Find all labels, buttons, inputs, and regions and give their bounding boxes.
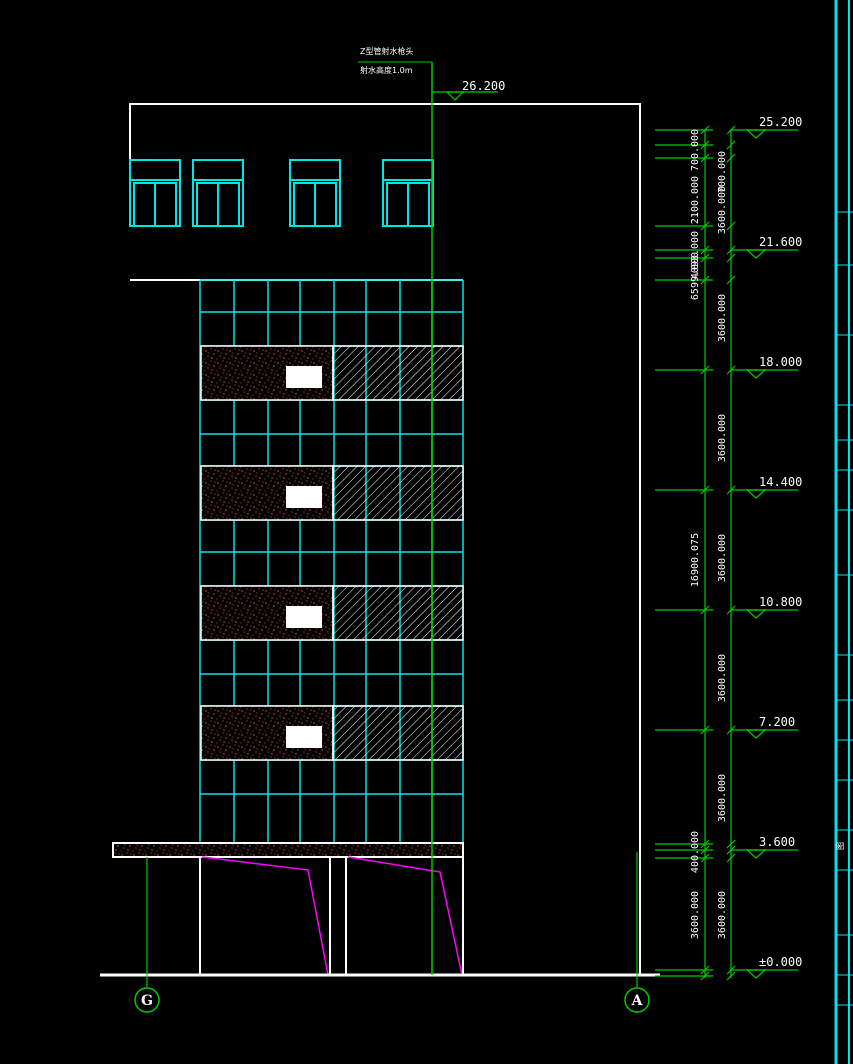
- elevation-drawing: Z型管射水枪头 射水高度1.0m G A 26.200 25.200 21.600…: [100, 0, 853, 1064]
- spandrel-panel: [200, 705, 464, 761]
- dimension-storey-6: 3600.000: [717, 294, 728, 342]
- svg-text:图: 图: [836, 842, 845, 850]
- level-label: 14.400: [759, 475, 802, 489]
- dimension-upper-3600: 3600.000: [717, 186, 728, 234]
- dimension-ground-outer: 3600.000: [690, 891, 701, 939]
- canopy-door-right: [347, 856, 463, 976]
- window: [289, 159, 341, 227]
- level-floor-7: 21.600: [731, 235, 802, 259]
- level-floor-6: 18.000: [731, 355, 802, 379]
- curtain-wall: [130, 279, 464, 844]
- axis-a-label: A: [631, 993, 644, 1009]
- dimension-storey-3: 3600.000: [717, 654, 728, 702]
- level-floor-2: 3.600: [731, 835, 798, 859]
- level-floor-4: 10.800: [731, 595, 802, 619]
- upper-windows: [129, 159, 434, 227]
- level-label: 25.200: [759, 115, 802, 129]
- level-roof: 25.200: [731, 115, 802, 139]
- level-top-of-parapet: 26.200: [432, 79, 505, 101]
- axis-g-label: G: [141, 993, 153, 1009]
- window: [382, 159, 434, 227]
- level-label: 18.000: [759, 355, 802, 369]
- dimension-small-6599: 6599.000: [690, 252, 701, 300]
- level-floor-3: 7.200: [731, 715, 798, 739]
- dimension-storey-5: 3600.000: [717, 414, 728, 462]
- spandrel-panel: [200, 465, 464, 521]
- level-label: ±0.000: [759, 955, 802, 969]
- level-floor-5: 14.400: [731, 475, 802, 499]
- dimension-canopy-400: 400.000: [690, 831, 701, 873]
- dimension-upper-2100: 2100.000: [690, 176, 701, 224]
- dimension-top-a: 700.000: [690, 129, 701, 171]
- spandrel-panel: [200, 345, 464, 401]
- riser-note-line2: 射水高度1.0m: [360, 65, 413, 75]
- level-label: 26.200: [462, 79, 505, 93]
- level-ground: ±0.000: [731, 955, 802, 979]
- spandrel-panel: [200, 585, 464, 641]
- axis-g: G: [134, 857, 160, 1013]
- level-label: 7.200: [759, 715, 795, 729]
- axis-a: A: [624, 852, 650, 1013]
- dimension-storey-4: 3600.000: [717, 534, 728, 582]
- dimension-chain: 700.000700.0002100.000 3600.0004093.00065…: [655, 125, 736, 981]
- riser-note-line1: Z型管射水枪头: [360, 46, 413, 56]
- canopy-door-left: [201, 856, 329, 976]
- window: [192, 159, 244, 227]
- window: [129, 159, 181, 227]
- canopy: [112, 842, 464, 976]
- dimension-total-overall: 16900.075: [690, 533, 701, 587]
- dimension-storey-2: 3600.000: [717, 774, 728, 822]
- title-block: [834, 0, 853, 1064]
- level-label: 21.600: [759, 235, 802, 249]
- title-block-labels: 图: [836, 842, 845, 850]
- level-label: 3.600: [759, 835, 795, 849]
- level-label: 10.800: [759, 595, 802, 609]
- dimension-storey-1: 3600.000: [717, 891, 728, 939]
